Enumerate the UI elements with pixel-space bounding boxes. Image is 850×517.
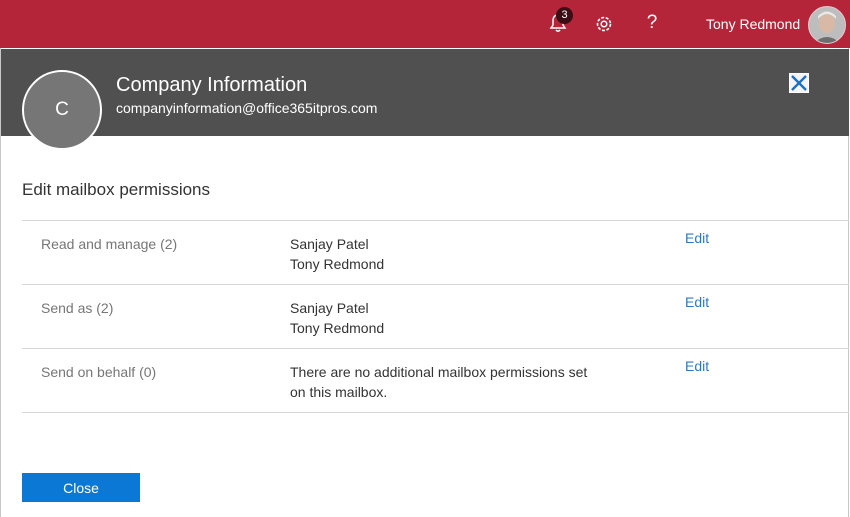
permission-value-line: Sanjay Patel: [290, 236, 369, 252]
close-button[interactable]: Close: [22, 473, 140, 502]
mailbox-name: Company Information: [116, 74, 308, 96]
help-icon[interactable]: ?: [642, 10, 662, 36]
divider: [22, 348, 849, 349]
notification-badge: 3: [556, 7, 573, 24]
permission-value-line: Tony Redmond: [290, 256, 385, 272]
permission-value-line: Tony Redmond: [290, 320, 385, 336]
mailbox-avatar: C: [22, 70, 102, 150]
gear-icon[interactable]: [593, 13, 615, 35]
divider: [22, 412, 849, 413]
edit-send-on-behalf-link[interactable]: Edit: [685, 358, 709, 374]
permission-value: There are no additional mailbox permissi…: [290, 362, 587, 402]
edit-read-manage-link[interactable]: Edit: [685, 230, 709, 246]
section-title: Edit mailbox permissions: [22, 180, 211, 199]
permission-label: Send on behalf (0): [41, 364, 157, 380]
permission-value: Sanjay Patel Tony Redmond: [290, 234, 384, 274]
close-icon: [791, 75, 807, 91]
permission-value-line: There are no additional mailbox permissi…: [290, 364, 588, 380]
permission-label: Read and manage (2): [41, 236, 178, 252]
divider: [22, 220, 849, 221]
permission-label: Send as (2): [41, 300, 114, 316]
edit-send-as-link[interactable]: Edit: [685, 294, 709, 310]
divider: [22, 284, 849, 285]
user-name[interactable]: Tony Redmond: [706, 16, 800, 32]
mailbox-email: companyinformation@office365itpros.com: [116, 100, 378, 116]
permission-value-line: Sanjay Patel: [290, 300, 369, 316]
close-panel-button[interactable]: [789, 73, 809, 93]
permission-value: Sanjay Patel Tony Redmond: [290, 298, 384, 338]
user-avatar-image: [809, 7, 845, 43]
user-avatar[interactable]: [808, 6, 846, 44]
permission-value-line: on this mailbox.: [290, 384, 388, 400]
